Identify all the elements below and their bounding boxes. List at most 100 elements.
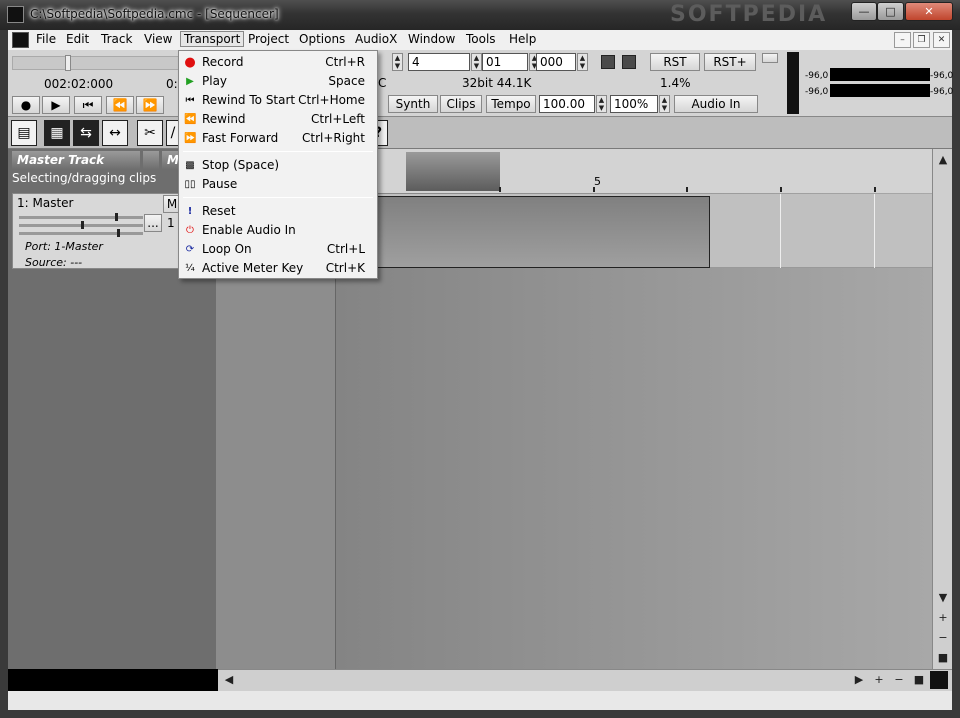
port-label: Port: 1-Master [25,240,103,253]
track-options-button[interactable]: ... [144,214,162,232]
maximize-button[interactable]: □ [877,2,904,21]
audio-clip[interactable]: dia [336,196,710,268]
audio-in-button[interactable]: Audio In [674,95,758,113]
close-button[interactable]: ✕ [905,2,953,21]
ticks-field[interactable]: 000 [536,53,576,71]
scroll-up-button[interactable]: ▲ [934,151,952,169]
zoom-in-vertical-button[interactable]: + [934,609,952,627]
minimize-button[interactable]: — [851,2,877,21]
menu-window[interactable]: Window [408,32,455,46]
menu-play[interactable]: ▶ Play Space [179,72,377,91]
mdi-restore-button[interactable]: ❐ [913,32,930,48]
menu-reset-label: Reset [202,204,236,218]
title-bar: C:\Softpedia\Softpedia.cmc - [Sequencer]… [0,0,960,30]
play-button[interactable]: ▶ [42,96,70,114]
rst-button[interactable]: RST [650,53,700,71]
menu-stop[interactable]: ▩ Stop (Space) [179,156,377,175]
indicator-square-b[interactable] [622,55,636,69]
clip-lane[interactable]: dia [336,194,932,268]
position-slider[interactable] [12,55,182,71]
scroll-left-button[interactable]: ◀ [220,671,238,689]
horizontal-scrollbar[interactable]: ◀ ▶ + − ■ [218,669,952,691]
rewind-to-start-button[interactable]: ⏮ [74,96,102,114]
horizontal-reset-button[interactable]: ■ [910,671,928,689]
status-bar [8,669,218,691]
menu-view[interactable]: View [144,32,172,46]
pan-slider[interactable] [19,221,143,229]
meter-toggle[interactable] [762,53,778,63]
app-icon[interactable] [7,6,24,23]
cpu-usage-label: 1.4% [660,76,691,90]
send-slider[interactable] [19,229,143,237]
vertical-scrollbar[interactable]: ▲ ▼ + − ■ [932,149,952,669]
menu-rewind[interactable]: ⏪ Rewind Ctrl+Left [179,110,377,129]
zoom-out-vertical-button[interactable]: − [934,629,952,647]
mdi-minimize-button[interactable]: – [894,32,911,48]
menu-fast-forward-shortcut: Ctrl+Right [301,131,365,145]
beats-spinner[interactable]: ▲ ▼ [392,53,403,71]
position-slider-thumb[interactable] [65,55,71,71]
zoom-in-horizontal-button[interactable]: + [870,671,888,689]
tool-bar: ▤ ▦ ⇆ ↔ ✂ / ? [8,117,952,149]
bottom-strip [8,691,952,710]
menu-transport[interactable]: Transport [180,31,245,47]
zoom-out-horizontal-button[interactable]: − [890,671,908,689]
menu-project[interactable]: Project [248,32,289,46]
beats-spinner-b[interactable]: ▲ ▼ [471,53,482,71]
fast-forward-icon: ⏩ [184,133,197,144]
record-button[interactable]: ● [12,96,40,114]
menu-file[interactable]: File [36,32,56,46]
menu-rewind-to-start[interactable]: ⏮ Rewind To Start Ctrl+Home [179,91,377,110]
ticks-spinner[interactable]: ▲ ▼ [577,53,588,71]
menu-track[interactable]: Track [101,32,132,46]
tempo-field[interactable]: 100.00 [539,95,595,113]
arrange-icon[interactable]: ▦ [44,120,70,146]
menu-active-meter-key[interactable]: ¼ Active Meter Key Ctrl+K [179,259,377,278]
timeline-ruler[interactable]: 5 [336,149,932,193]
loop-region[interactable] [406,152,500,191]
pan-slider-thumb[interactable] [81,221,84,229]
menu-options[interactable]: Options [299,32,345,46]
beats-field[interactable]: 4 [408,53,470,71]
menu-pause[interactable]: ▯▯ Pause [179,175,377,194]
zoom-spinner[interactable]: ▲ ▼ [659,95,670,113]
scissors-icon[interactable]: ✂ [137,120,163,146]
menu-audiox[interactable]: AudioX [355,32,397,46]
mdi-close-button[interactable]: ✕ [933,32,950,48]
volume-slider[interactable] [19,213,143,221]
menu-help[interactable]: Help [509,32,536,46]
menu-fast-forward[interactable]: ⏩ Fast Forward Ctrl+Right [179,129,377,148]
scroll-down-button[interactable]: ▼ [934,589,952,607]
clips-button[interactable]: Clips [440,95,482,113]
menu-loop-on[interactable]: ⟳ Loop On Ctrl+L [179,240,377,259]
menu-loop-on-shortcut: Ctrl+L [326,242,365,256]
menu-bar: File Edit Track View Transport Project O… [8,30,952,50]
menu-edit[interactable]: Edit [66,32,89,46]
vertical-reset-button[interactable]: ■ [934,649,952,667]
corner-button[interactable] [930,671,948,689]
tempo-spinner[interactable]: ▲ ▼ [596,95,607,113]
menu-enable-audio-in[interactable]: ⏻ Enable Audio In [179,221,377,240]
document-icon[interactable] [12,32,29,48]
rewind-button[interactable]: ⏪ [106,96,134,114]
timeline-area[interactable]: 5 dia [336,149,932,669]
zoom-field[interactable]: 100% [610,95,658,113]
indicator-square-a[interactable] [601,55,615,69]
menu-fast-forward-label: Fast Forward [202,131,279,145]
menu-record[interactable]: ● Record Ctrl+R [179,53,377,72]
menu-tools[interactable]: Tools [466,32,496,46]
send-slider-thumb[interactable] [117,229,120,237]
split-icon[interactable]: ⇆ [73,120,99,146]
synth-button[interactable]: Synth [388,95,438,113]
track-list-icon[interactable]: ▤ [11,120,37,146]
stretch-icon[interactable]: ↔ [102,120,128,146]
menu-reset[interactable]: ! Reset [179,202,377,221]
bar-field[interactable]: 01 [482,53,528,71]
scroll-right-button[interactable]: ▶ [850,671,868,689]
master-track-header: Master Track [12,151,140,169]
tempo-button[interactable]: Tempo [486,95,536,113]
rst-plus-button[interactable]: RST+ [704,53,756,71]
fast-forward-button[interactable]: ⏩ [136,96,164,114]
menu-rewind-shortcut: Ctrl+Left [311,112,365,126]
volume-slider-thumb[interactable] [115,213,118,221]
